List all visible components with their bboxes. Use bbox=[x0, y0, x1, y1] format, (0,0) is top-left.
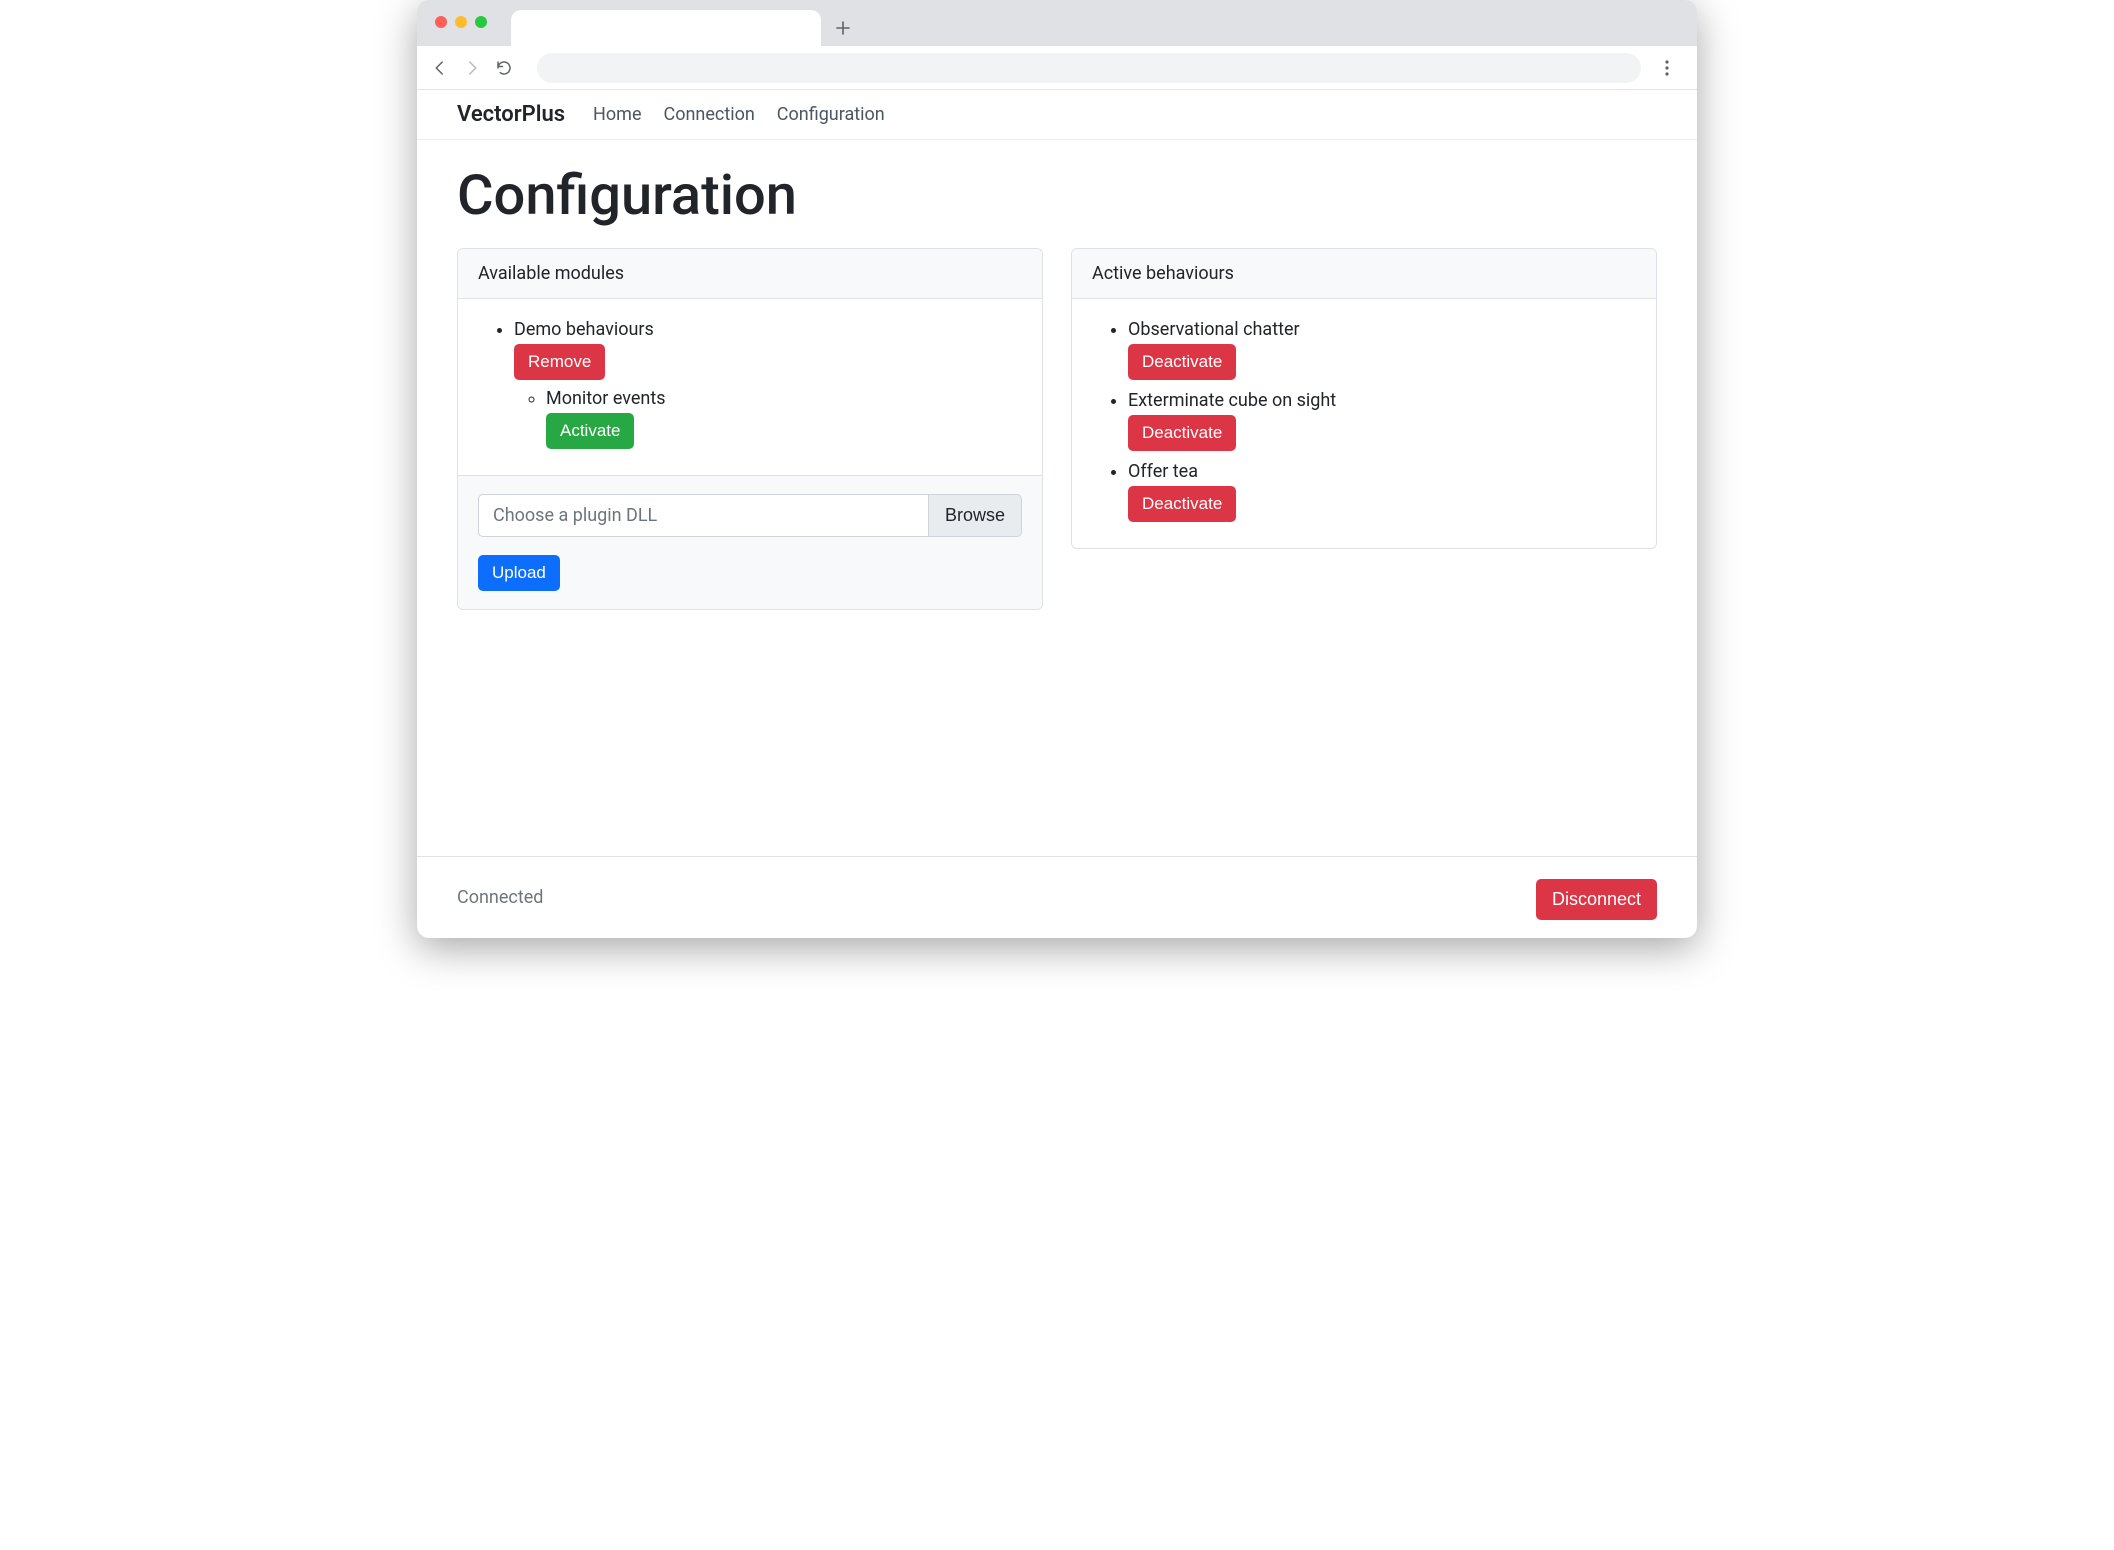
deactivate-button[interactable]: Deactivate bbox=[1128, 415, 1236, 451]
browser-menu-button[interactable] bbox=[1665, 60, 1683, 76]
upload-button[interactable]: Upload bbox=[478, 555, 560, 591]
navbar: VectorPlus Home Connection Configuration bbox=[417, 90, 1697, 140]
page: VectorPlus Home Connection Configuration… bbox=[417, 90, 1697, 938]
activate-behaviour-button[interactable]: Activate bbox=[546, 413, 634, 449]
connection-status: Connected bbox=[457, 887, 543, 908]
available-modules-card: Available modules Demo behaviours Remove… bbox=[457, 248, 1043, 610]
content: Configuration Available modules Demo beh… bbox=[417, 140, 1697, 856]
behaviour-name: Offer tea bbox=[1128, 461, 1198, 482]
nav-link-configuration[interactable]: Configuration bbox=[777, 104, 885, 125]
new-tab-button[interactable] bbox=[829, 14, 857, 42]
behaviour-item: Offer tea Deactivate bbox=[1128, 461, 1632, 522]
browser-toolbar bbox=[417, 46, 1697, 90]
available-modules-header: Available modules bbox=[458, 249, 1042, 299]
forward-button[interactable] bbox=[463, 59, 481, 77]
behaviour-name: Exterminate cube on sight bbox=[1128, 390, 1336, 411]
cards-row: Available modules Demo behaviours Remove… bbox=[457, 248, 1657, 610]
behaviour-item: Exterminate cube on sight Deactivate bbox=[1128, 390, 1632, 451]
reload-button[interactable] bbox=[495, 59, 513, 77]
module-child-name: Monitor events bbox=[546, 388, 666, 409]
upload-footer: Choose a plugin DLL Browse Upload bbox=[458, 475, 1042, 609]
browser-window: VectorPlus Home Connection Configuration… bbox=[417, 0, 1697, 938]
active-behaviours-header: Active behaviours bbox=[1072, 249, 1656, 299]
module-children: Monitor events Activate bbox=[514, 388, 1018, 449]
active-behaviours-card: Active behaviours Observational chatter … bbox=[1071, 248, 1657, 549]
arrow-left-icon bbox=[431, 59, 449, 77]
module-child-item: Monitor events Activate bbox=[546, 388, 1018, 449]
maximize-window-icon[interactable] bbox=[475, 16, 487, 28]
disconnect-button[interactable]: Disconnect bbox=[1536, 879, 1657, 920]
deactivate-button[interactable]: Deactivate bbox=[1128, 486, 1236, 522]
browse-button[interactable]: Browse bbox=[928, 494, 1022, 537]
remove-module-button[interactable]: Remove bbox=[514, 344, 605, 380]
available-modules-body: Demo behaviours Remove Monitor events Ac… bbox=[458, 299, 1042, 475]
browser-tab[interactable] bbox=[511, 10, 821, 46]
address-bar[interactable] bbox=[537, 53, 1641, 83]
nav-link-home[interactable]: Home bbox=[593, 104, 641, 125]
file-input-group: Choose a plugin DLL Browse bbox=[478, 494, 1022, 537]
module-item: Demo behaviours Remove Monitor events Ac… bbox=[514, 319, 1018, 449]
behaviour-item: Observational chatter Deactivate bbox=[1128, 319, 1632, 380]
reload-icon bbox=[495, 59, 513, 77]
plus-icon bbox=[836, 21, 850, 35]
footer: Connected Disconnect bbox=[417, 856, 1697, 938]
file-input[interactable]: Choose a plugin DLL bbox=[478, 494, 928, 537]
minimize-window-icon[interactable] bbox=[455, 16, 467, 28]
back-button[interactable] bbox=[431, 59, 449, 77]
deactivate-button[interactable]: Deactivate bbox=[1128, 344, 1236, 380]
behaviour-name: Observational chatter bbox=[1128, 319, 1300, 340]
behaviour-list: Observational chatter Deactivate Extermi… bbox=[1096, 319, 1632, 522]
kebab-icon bbox=[1665, 60, 1669, 76]
active-behaviours-body: Observational chatter Deactivate Extermi… bbox=[1072, 299, 1656, 548]
browser-titlebar bbox=[417, 0, 1697, 46]
brand[interactable]: VectorPlus bbox=[457, 102, 565, 127]
module-list: Demo behaviours Remove Monitor events Ac… bbox=[482, 319, 1018, 449]
window-controls bbox=[435, 16, 487, 28]
page-title: Configuration bbox=[457, 162, 1657, 228]
nav-link-connection[interactable]: Connection bbox=[663, 104, 754, 125]
close-window-icon[interactable] bbox=[435, 16, 447, 28]
arrow-right-icon bbox=[463, 59, 481, 77]
module-name: Demo behaviours bbox=[514, 319, 654, 340]
